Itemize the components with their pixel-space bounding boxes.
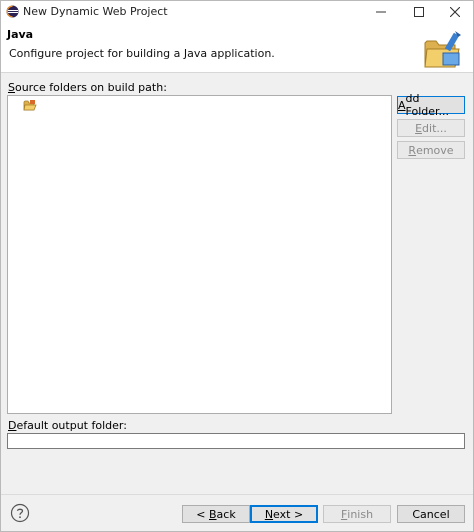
page-title: Java [7, 28, 34, 41]
remove-mnemonic: R [408, 143, 417, 157]
source-folders-label-text: ource folders on build path: [14, 81, 167, 94]
finish-button[interactable]: Finish [323, 505, 391, 523]
edit-button[interactable]: Edit... [397, 119, 465, 137]
maximize-icon [414, 7, 424, 17]
java-folder-wizard-icon [424, 31, 461, 68]
finish-label: inish [347, 507, 374, 521]
cancel-button[interactable]: Cancel [397, 505, 465, 523]
add-folder-button[interactable]: Add Folder... [397, 92, 465, 118]
next-button[interactable]: Next > [250, 505, 318, 523]
help-icon[interactable] [10, 503, 30, 523]
wizard-window: New Dynamic Web Project Java Configure p… [0, 0, 474, 532]
back-mnemonic: B [209, 507, 217, 521]
source-folder-icon[interactable] [23, 99, 37, 111]
add-folder-mnemonic: A [398, 98, 406, 112]
minimize-icon [376, 11, 386, 13]
source-folders-label-mnemonic: S [8, 81, 15, 94]
back-label: ack [216, 507, 236, 521]
next-label: ext > [273, 507, 304, 521]
page-description: Configure project for building a Java ap… [9, 47, 275, 60]
footer-separator [1, 494, 473, 495]
source-folders-tree[interactable] [7, 95, 392, 414]
remove-button[interactable]: Remove [397, 141, 465, 159]
add-folder-label: dd Folder... [405, 92, 450, 118]
maximize-button[interactable] [401, 1, 437, 23]
edit-label: dit... [422, 121, 447, 135]
remove-label: emove [416, 143, 454, 157]
back-button[interactable]: < Back [182, 505, 250, 523]
edit-mnemonic: E [415, 121, 423, 135]
eclipse-icon [6, 5, 19, 18]
default-output-folder-input[interactable] [7, 433, 465, 449]
title-bar: New Dynamic Web Project [1, 1, 473, 23]
back-prefix: < [196, 507, 209, 521]
source-folders-label: Source folders on build path: [8, 81, 167, 94]
close-button[interactable] [437, 1, 473, 23]
default-output-folder-text: efault output folder: [16, 419, 127, 432]
default-output-folder-label: Default output folder: [8, 419, 127, 432]
close-icon [450, 7, 460, 17]
minimize-button[interactable] [363, 1, 399, 23]
wizard-header: Java Configure project for building a Ja… [1, 23, 473, 73]
next-mnemonic: N [264, 507, 274, 521]
window-title: New Dynamic Web Project [23, 5, 168, 18]
